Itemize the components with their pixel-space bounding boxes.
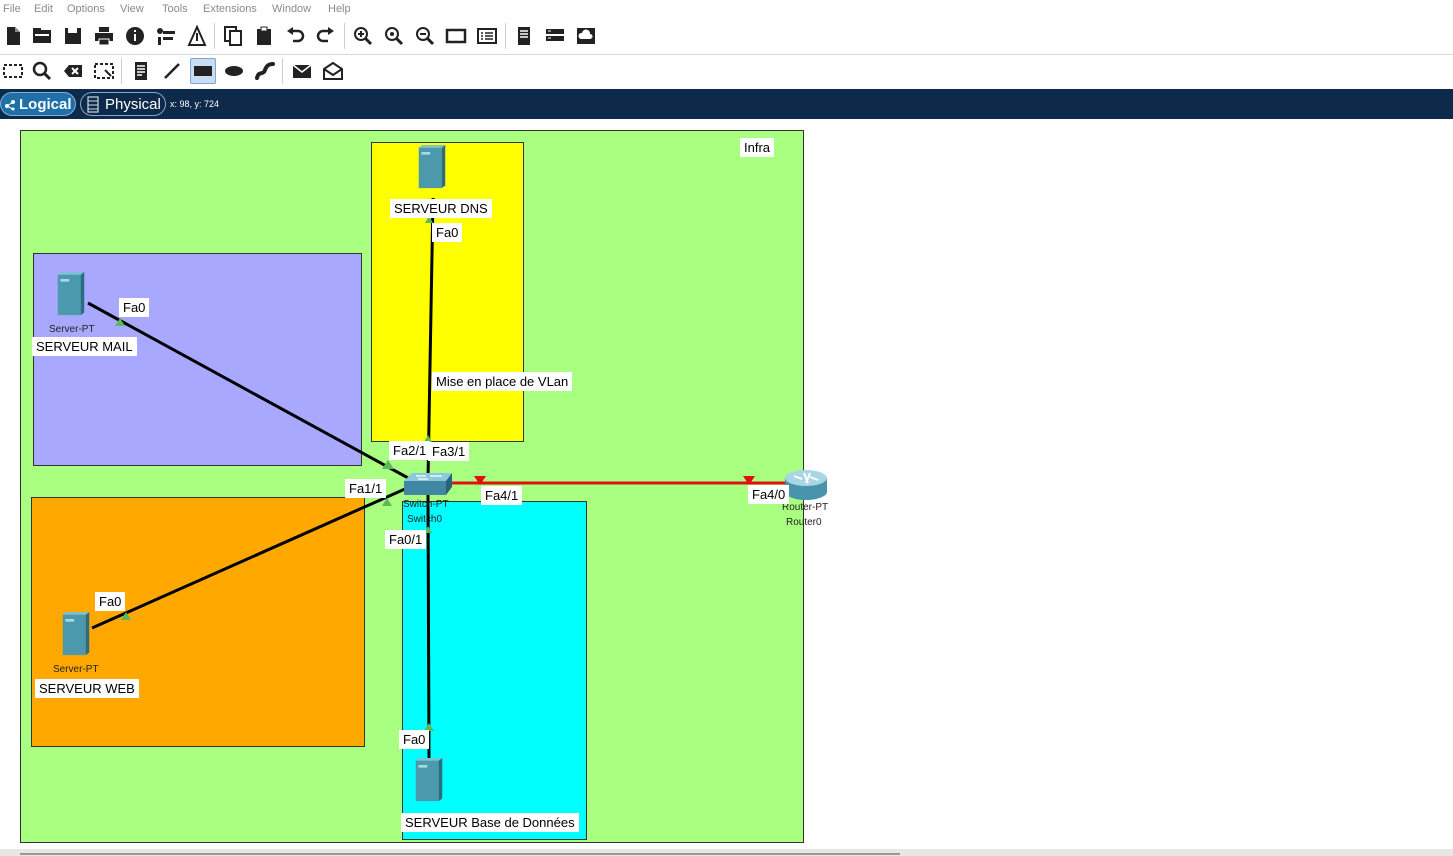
menu-tools[interactable]: Tools (162, 3, 188, 15)
links-layer (87, 197, 790, 759)
mail-server-type: Server-PT (49, 324, 95, 335)
infra-area-label: Infra (740, 138, 775, 157)
menu-help[interactable]: Help (328, 3, 351, 15)
mail-port-label: Fa0 (119, 298, 150, 317)
web-server-name: SERVEUR WEB (35, 679, 139, 698)
copy-icon[interactable] (220, 23, 246, 49)
activity-wizard-icon[interactable] (153, 23, 179, 49)
web-server-type: Server-PT (53, 664, 99, 675)
db-server-name: SERVEUR Base de Données (401, 813, 579, 832)
draw-rectangle-icon[interactable] (190, 58, 216, 84)
tab-physical[interactable]: Physical (80, 92, 166, 116)
tab-logical-label: Logical (19, 95, 72, 113)
toolbar-separator (344, 23, 345, 49)
resize-icon[interactable] (91, 58, 117, 84)
switch-port-fa4-1: Fa4/1 (481, 486, 523, 505)
menu-bar: File Edit Options View Tools Extensions … (0, 0, 1453, 18)
db-port-label: Fa0 (399, 730, 430, 749)
switch-type: Switch-PT (403, 499, 449, 510)
switch-name: Switch0 (407, 514, 443, 525)
mail-server-name: SERVEUR MAIL (32, 337, 137, 356)
open-folder-icon[interactable] (29, 23, 55, 49)
logical-network-icon (4, 98, 16, 111)
redo-icon[interactable] (313, 23, 339, 49)
print-icon[interactable] (91, 23, 117, 49)
logical-workspace-canvas[interactable]: Infra Mise en place de VLan SERVEUR DNS … (0, 119, 1453, 849)
place-note-icon[interactable] (128, 58, 154, 84)
menu-file[interactable]: File (3, 3, 21, 15)
menu-edit[interactable]: Edit (34, 3, 53, 15)
zoom-out-icon[interactable] (412, 23, 438, 49)
physical-rack-icon (87, 96, 99, 113)
vlan-note-label: Mise en place de VLan (432, 372, 573, 391)
drawing-toolbar (0, 55, 1453, 89)
menu-extensions[interactable]: Extensions (203, 3, 257, 15)
network-info-icon[interactable] (542, 23, 568, 49)
menu-view[interactable]: View (120, 3, 144, 15)
link-db-switch[interactable] (426, 494, 431, 759)
horizontal-scrollbar[interactable] (0, 849, 1453, 856)
save-icon[interactable] (60, 23, 86, 49)
toolbar-separator (505, 23, 506, 49)
custom-device-icon[interactable] (184, 23, 210, 49)
drawing-palette-icon[interactable] (443, 23, 469, 49)
menu-options[interactable]: Options (67, 3, 105, 15)
cursor-coordinates: x: 98, y: 724 (170, 99, 220, 109)
toolbar-separator (214, 23, 215, 49)
menu-window[interactable]: Window (272, 3, 311, 15)
dns-server-icon[interactable] (417, 142, 447, 192)
draw-ellipse-icon[interactable] (221, 58, 247, 84)
scrollbar-thumb[interactable] (20, 853, 900, 855)
workspace-mode-bar: Logical Physical x: 98, y: 724 (0, 89, 1453, 119)
cloud-icon[interactable] (573, 23, 599, 49)
delete-icon[interactable] (60, 58, 86, 84)
link-web-switch[interactable] (91, 487, 406, 630)
dns-server-name: SERVEUR DNS (390, 199, 492, 218)
switch-icon[interactable] (402, 471, 454, 497)
freeform-icon[interactable] (252, 58, 278, 84)
link-mail-switch[interactable] (87, 301, 411, 481)
switch-port-fa0-1: Fa0/1 (385, 530, 427, 549)
zoom-reset-icon[interactable] (381, 23, 407, 49)
toolbar-separator (282, 58, 283, 84)
draw-line-icon[interactable] (159, 58, 185, 84)
dns-port-label: Fa0 (432, 223, 463, 242)
zoom-in-icon[interactable] (350, 23, 376, 49)
custom-devices-dialog-icon[interactable] (474, 23, 500, 49)
paste-icon[interactable] (251, 23, 277, 49)
db-server-icon[interactable] (414, 755, 444, 805)
switch-port-fa1-1: Fa1/1 (345, 479, 387, 498)
switch-port-fa2-1: Fa2/1 (389, 441, 431, 460)
switch-port-fa3-1: Fa3/1 (428, 442, 470, 461)
undo-icon[interactable] (282, 23, 308, 49)
mail-server-icon[interactable] (56, 269, 86, 319)
web-port-label: Fa0 (95, 592, 126, 611)
tab-logical[interactable]: Logical (0, 92, 76, 116)
add-simple-pdu-icon[interactable] (289, 58, 315, 84)
web-server-icon[interactable] (61, 609, 91, 659)
toolbar-separator (121, 58, 122, 84)
viewport-icon[interactable] (511, 23, 537, 49)
main-toolbar (0, 18, 1453, 55)
select-icon[interactable] (0, 58, 26, 84)
tab-physical-label: Physical (105, 95, 161, 113)
add-complex-pdu-icon[interactable] (320, 58, 346, 84)
router-port-fa4-0: Fa4/0 (748, 485, 790, 504)
info-icon[interactable] (122, 23, 148, 49)
router-name: Router0 (786, 517, 822, 528)
new-file-icon[interactable] (0, 23, 26, 49)
inspect-icon[interactable] (29, 58, 55, 84)
